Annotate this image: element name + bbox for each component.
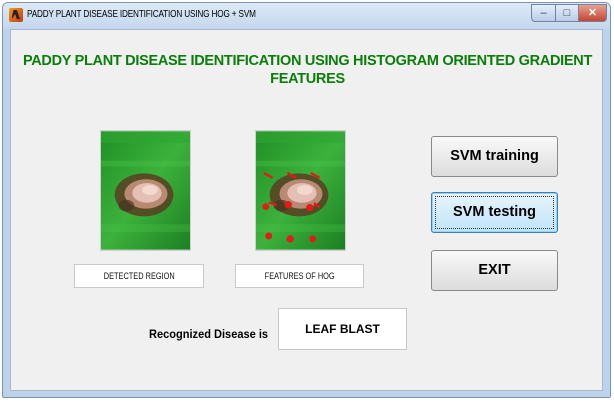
page-heading: PADDY PLANT DISEASE IDENTIFICATION USING… — [11, 52, 604, 88]
window-title: PADDY PLANT DISEASE IDENTIFICATION USING… — [27, 9, 256, 20]
matlab-icon — [9, 8, 23, 22]
recognized-disease-label: Recognized Disease is — [149, 327, 269, 341]
hog-features-image — [255, 130, 346, 251]
minimize-button[interactable]: – — [531, 4, 556, 22]
detected-region-image — [100, 130, 191, 251]
svm-testing-button[interactable]: SVM testing — [431, 192, 558, 233]
close-button[interactable]: ✕ — [578, 4, 607, 22]
hog-features-text: FEATURES OF HOG — [264, 271, 335, 281]
figure-content: PADDY PLANT DISEASE IDENTIFICATION USING… — [10, 29, 603, 391]
hog-features-label: FEATURES OF HOG — [235, 264, 364, 288]
heading-line-1: PADDY PLANT DISEASE IDENTIFICATION USING… — [22, 53, 593, 69]
svm-training-button[interactable]: SVM training — [431, 136, 558, 177]
detected-region-text: DETECTED REGION — [103, 271, 175, 281]
maximize-button[interactable]: □ — [555, 4, 579, 22]
heading-line-2: FEATURES — [270, 71, 345, 87]
app-window: PADDY PLANT DISEASE IDENTIFICATION USING… — [2, 2, 611, 398]
exit-button[interactable]: EXIT — [431, 250, 558, 291]
detected-region-label: DETECTED REGION — [74, 264, 204, 288]
title-bar[interactable]: PADDY PLANT DISEASE IDENTIFICATION USING… — [3, 3, 610, 29]
recognized-disease-value: LEAF BLAST — [278, 308, 407, 350]
